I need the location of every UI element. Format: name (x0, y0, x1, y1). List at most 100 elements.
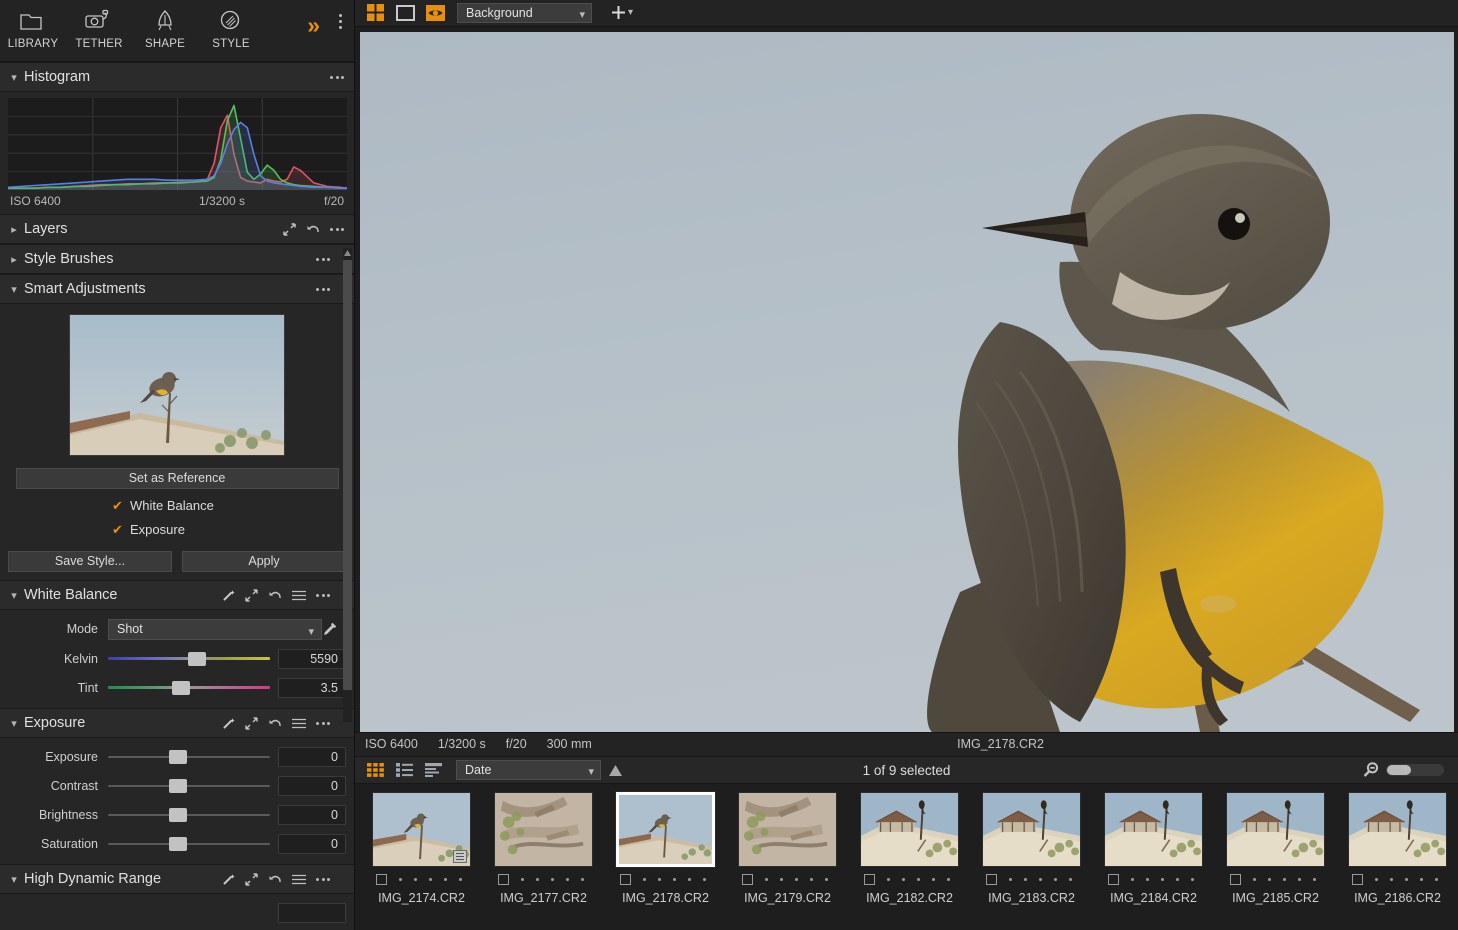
rating-stars[interactable] (1125, 878, 1200, 881)
reset-arrow-icon[interactable] (306, 223, 320, 236)
zoom-out-icon[interactable] (1363, 762, 1379, 778)
rating-dot[interactable] (1253, 878, 1256, 881)
tint-slider[interactable] (108, 678, 270, 698)
exposure-value-field[interactable]: 0 (278, 747, 346, 767)
ellipsis-icon[interactable] (316, 594, 330, 597)
panel-header-histogram[interactable]: ▾ Histogram (0, 62, 354, 92)
magic-wand-icon[interactable] (222, 873, 235, 886)
smart-adjust-checkbox-exposure[interactable]: ✔ Exposure (112, 522, 354, 537)
eye-proof-icon[interactable] (425, 3, 446, 22)
rating-dot[interactable] (780, 878, 783, 881)
rating-stars[interactable] (515, 878, 590, 881)
rating-dot[interactable] (1069, 878, 1072, 881)
magic-wand-icon[interactable] (222, 717, 235, 730)
rating-dot[interactable] (521, 878, 524, 881)
save-style-button[interactable]: Save Style... (8, 551, 172, 572)
hamburger-menu-icon[interactable] (292, 874, 306, 885)
rating-dot[interactable] (658, 878, 661, 881)
rating-dot[interactable] (1146, 878, 1149, 881)
rating-dot[interactable] (399, 878, 402, 881)
rating-dot[interactable] (688, 878, 691, 881)
ellipsis-icon[interactable] (330, 76, 344, 79)
rating-dot[interactable] (932, 878, 935, 881)
rating-dot[interactable] (429, 878, 432, 881)
hamburger-menu-icon[interactable] (292, 590, 306, 601)
color-tag-checkbox[interactable] (620, 874, 631, 885)
rating-dot[interactable] (1390, 878, 1393, 881)
reset-arrow-icon[interactable] (268, 873, 282, 886)
rating-dot[interactable] (1191, 878, 1194, 881)
panel-header-smart-adjustments[interactable]: ▾ Smart Adjustments (0, 274, 354, 304)
rating-dot[interactable] (1283, 878, 1286, 881)
expand-arrows-icon[interactable] (245, 873, 258, 886)
filmstrip-item[interactable]: IMG_2182.CR2 (853, 792, 966, 930)
tint-value-field[interactable]: 3.5 (278, 678, 346, 698)
rating-dot[interactable] (917, 878, 920, 881)
magic-wand-icon[interactable] (222, 589, 235, 602)
tool-tab-library[interactable]: LIBRARY (0, 6, 66, 50)
white-balance-mode-select[interactable]: Shot ▾ (108, 619, 322, 640)
rating-dot[interactable] (947, 878, 950, 881)
browser-list-icon[interactable] (394, 761, 415, 780)
color-tag-checkbox[interactable] (1230, 874, 1241, 885)
layer-select[interactable]: Background ▾ (457, 3, 592, 23)
rating-dot[interactable] (765, 878, 768, 881)
add-layer-button[interactable]: ▾ (611, 5, 633, 20)
rating-dot[interactable] (673, 878, 676, 881)
histogram-chart[interactable] (8, 98, 347, 190)
panel-header-exposure[interactable]: ▾ Exposure (0, 708, 354, 738)
brightness-slider[interactable] (108, 805, 270, 825)
rating-dot[interactable] (1131, 878, 1134, 881)
thumbnail-size-slider[interactable] (1386, 764, 1444, 776)
rating-stars[interactable] (393, 878, 468, 881)
rating-dot[interactable] (581, 878, 584, 881)
contrast-slider[interactable] (108, 776, 270, 796)
filmstrip-thumbnail[interactable] (738, 792, 837, 867)
rating-stars[interactable] (1369, 878, 1444, 881)
rating-dot[interactable] (887, 878, 890, 881)
rating-dot[interactable] (444, 878, 447, 881)
rating-stars[interactable] (637, 878, 712, 881)
browser-filmstrip-icon[interactable] (423, 761, 444, 780)
hdr-value-field[interactable] (278, 903, 346, 923)
scrollbar-thumb[interactable] (343, 260, 352, 690)
filmstrip-thumbnail[interactable] (616, 792, 715, 867)
slider-handle[interactable] (169, 808, 187, 822)
slider-handle[interactable] (188, 652, 206, 666)
rating-dot[interactable] (1298, 878, 1301, 881)
reset-arrow-icon[interactable] (268, 717, 282, 730)
scroll-up-arrow-icon[interactable] (343, 248, 352, 258)
rating-dot[interactable] (1268, 878, 1271, 881)
slider-handle[interactable] (169, 750, 187, 764)
filmstrip-thumbnail[interactable] (1348, 792, 1447, 867)
filmstrip-item[interactable]: IMG_2185.CR2 (1219, 792, 1332, 930)
browser-grid-icon[interactable] (365, 761, 386, 780)
filmstrip-item[interactable]: IMG_2174.CR2 (365, 792, 478, 930)
filmstrip-item[interactable]: IMG_2177.CR2 (487, 792, 600, 930)
hamburger-menu-icon[interactable] (292, 718, 306, 729)
color-tag-checkbox[interactable] (864, 874, 875, 885)
saturation-value-field[interactable]: 0 (278, 834, 346, 854)
rating-dot[interactable] (1375, 878, 1378, 881)
rating-dot[interactable] (551, 878, 554, 881)
saturation-slider[interactable] (108, 834, 270, 854)
filmstrip-thumbnail[interactable] (1104, 792, 1203, 867)
color-tag-checkbox[interactable] (376, 874, 387, 885)
expand-arrows-icon[interactable] (245, 717, 258, 730)
brightness-value-field[interactable]: 0 (278, 805, 346, 825)
color-tag-checkbox[interactable] (498, 874, 509, 885)
rating-dot[interactable] (1024, 878, 1027, 881)
rating-dot[interactable] (902, 878, 905, 881)
panel-header-high-dynamic-range[interactable]: ▾ High Dynamic Range (0, 864, 354, 894)
panel-header-white-balance[interactable]: ▾ White Balance (0, 580, 354, 610)
slider-handle[interactable] (169, 779, 187, 793)
sort-ascending-icon[interactable] (609, 765, 629, 776)
rating-stars[interactable] (759, 878, 834, 881)
reference-image-thumbnail[interactable] (69, 314, 285, 456)
kelvin-value-field[interactable]: 5590 (278, 649, 346, 669)
rating-dot[interactable] (795, 878, 798, 881)
hdr-slider[interactable] (108, 903, 270, 923)
ellipsis-icon[interactable] (316, 722, 330, 725)
rating-dot[interactable] (1009, 878, 1012, 881)
slider-handle[interactable] (169, 837, 187, 851)
